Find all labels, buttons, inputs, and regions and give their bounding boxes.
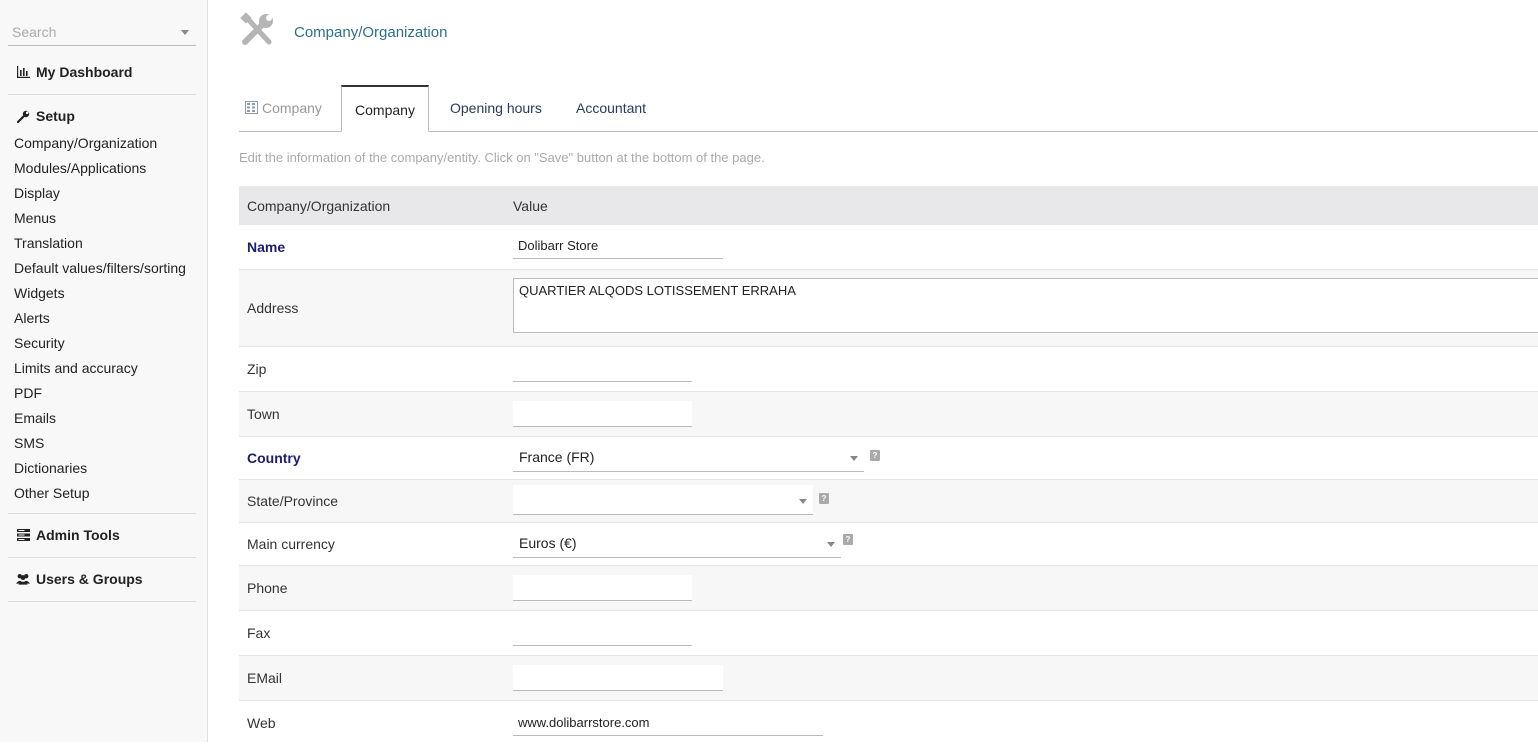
menu-users-groups[interactable]: Users & Groups <box>8 568 196 590</box>
state-select[interactable] <box>513 485 813 515</box>
chevron-down-icon <box>850 456 858 461</box>
address-label: Address <box>247 300 299 316</box>
table-row-currency: Main currency Euros (€) ? <box>239 523 1538 566</box>
menu-dashboard[interactable]: My Dashboard <box>8 61 196 83</box>
country-select[interactable]: France (FR) <box>513 442 864 472</box>
search-box[interactable] <box>8 18 196 46</box>
sidebar-item-default-values[interactable]: Default values/filters/sorting <box>14 260 186 276</box>
column-header-value: Value <box>513 198 548 214</box>
sidebar-item-widgets[interactable]: Widgets <box>14 285 65 301</box>
web-field[interactable] <box>513 710 823 736</box>
table-row-town: Town <box>239 392 1538 437</box>
sidebar-item-dictionaries[interactable]: Dictionaries <box>14 460 87 476</box>
tab-accountant[interactable]: Accountant <box>576 85 646 131</box>
tab-label: Company <box>262 100 322 116</box>
zip-field[interactable] <box>513 356 692 382</box>
zip-label: Zip <box>247 361 267 377</box>
fax-label: Fax <box>247 625 271 641</box>
chevron-down-icon <box>827 542 835 547</box>
page-title[interactable]: Company/Organization <box>294 24 447 41</box>
town-label: Town <box>247 406 280 422</box>
tab-opening-hours[interactable]: Opening hours <box>450 85 542 131</box>
sidebar-item-menus[interactable]: Menus <box>14 210 56 226</box>
town-field[interactable] <box>513 401 692 427</box>
table-row-fax: Fax <box>239 611 1538 656</box>
phone-label: Phone <box>247 580 288 596</box>
currency-label: Main currency <box>247 536 335 552</box>
left-sidebar: My Dashboard Setup Company/Organization … <box>0 0 208 742</box>
sidebar-item-security[interactable]: Security <box>14 335 65 351</box>
main-content: Company/Organization Company Company Ope… <box>209 0 1538 742</box>
help-text: Edit the information of the company/enti… <box>239 150 765 165</box>
state-label: State/Province <box>247 493 339 509</box>
fax-field[interactable] <box>513 620 692 646</box>
search-input[interactable] <box>12 22 172 42</box>
sidebar-item-alerts[interactable]: Alerts <box>14 310 50 326</box>
email-label: EMail <box>247 670 283 686</box>
table-row-web: Web <box>239 701 1538 746</box>
divider <box>8 94 196 95</box>
sidebar-item-other-setup[interactable]: Other Setup <box>14 485 90 501</box>
wrench-icon <box>16 109 30 123</box>
server-icon <box>16 528 30 542</box>
menu-admin-tools[interactable]: Admin Tools <box>8 524 196 546</box>
table-row-country: Country France (FR) ? <box>239 437 1538 480</box>
tab-bar: Company Company Opening hours Accountant <box>239 85 1538 132</box>
country-label: Country <box>247 450 301 466</box>
table-row-name: Name <box>239 225 1538 270</box>
sidebar-item-modules-applications[interactable]: Modules/Applications <box>14 160 146 176</box>
address-field[interactable]: QUARTIER ALQODS LOTISSEMENT ERRAHA <box>513 278 1538 333</box>
sidebar-item-company-organization[interactable]: Company/Organization <box>14 135 157 151</box>
currency-selected-value: Euros (€) <box>519 535 577 551</box>
country-selected-value: France (FR) <box>519 449 595 465</box>
chevron-down-icon[interactable] <box>181 30 189 35</box>
sidebar-item-pdf[interactable]: PDF <box>14 385 42 401</box>
tab-company-overview[interactable]: Company <box>245 85 322 131</box>
sidebar-item-emails[interactable]: Emails <box>14 410 56 426</box>
divider <box>8 513 196 514</box>
name-label: Name <box>247 239 286 255</box>
menu-users-groups-label: Users & Groups <box>36 571 143 587</box>
menu-setup-label: Setup <box>36 108 75 124</box>
table-header: Company/Organization Value <box>239 186 1538 225</box>
chevron-down-icon <box>799 499 807 504</box>
sidebar-item-limits-accuracy[interactable]: Limits and accuracy <box>14 360 138 376</box>
email-field[interactable] <box>513 665 723 691</box>
table-row-phone: Phone <box>239 566 1538 611</box>
help-icon[interactable]: ? <box>819 493 829 504</box>
menu-admin-tools-label: Admin Tools <box>36 527 120 543</box>
menu-setup[interactable]: Setup <box>8 105 196 127</box>
name-field[interactable] <box>513 233 723 259</box>
sidebar-item-display[interactable]: Display <box>14 185 60 201</box>
help-icon[interactable]: ? <box>870 450 880 461</box>
menu-dashboard-label: My Dashboard <box>36 64 133 80</box>
sidebar-item-translation[interactable]: Translation <box>14 235 83 251</box>
chart-icon <box>16 65 30 79</box>
tools-icon <box>239 12 275 50</box>
users-icon <box>16 572 30 586</box>
table-row-state: State/Province ? <box>239 480 1538 523</box>
tab-company[interactable]: Company <box>341 85 429 132</box>
table-row-email: EMail <box>239 656 1538 701</box>
sidebar-item-sms[interactable]: SMS <box>14 435 44 451</box>
phone-field[interactable] <box>513 575 692 601</box>
table-row-zip: Zip <box>239 347 1538 392</box>
column-header-company: Company/Organization <box>247 198 391 214</box>
building-icon <box>245 86 258 114</box>
divider <box>8 557 196 558</box>
help-icon[interactable]: ? <box>843 534 853 545</box>
web-label: Web <box>247 715 276 731</box>
table-row-address: Address QUARTIER ALQODS LOTISSEMENT ERRA… <box>239 270 1538 347</box>
currency-select[interactable]: Euros (€) <box>513 528 841 558</box>
divider <box>8 601 196 602</box>
